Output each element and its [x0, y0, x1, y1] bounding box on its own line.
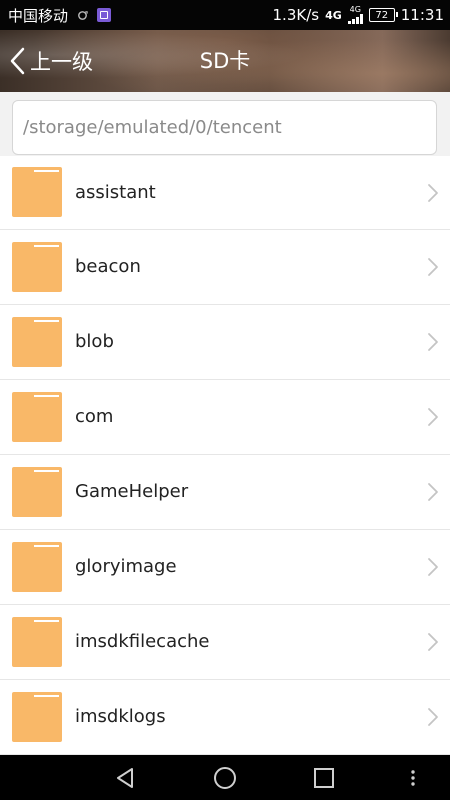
triangle-back-icon: [117, 767, 133, 788]
chevron-right-icon: [428, 184, 438, 202]
chevron-right-icon: [428, 408, 438, 426]
carrier-label: 中国移动: [8, 6, 69, 25]
chevron-left-icon: [10, 47, 25, 75]
file-name: blob: [75, 331, 114, 352]
chevron-right-icon: [428, 558, 438, 576]
file-name: com: [75, 406, 114, 427]
back-nav-button[interactable]: [95, 755, 155, 800]
folder-icon: [12, 167, 62, 217]
file-name: imsdklogs: [75, 706, 166, 727]
file-name: gloryimage: [75, 556, 177, 577]
folder-icon: [12, 242, 62, 292]
navigation-bar: [0, 755, 450, 800]
chevron-right-icon: [428, 258, 438, 276]
file-name: assistant: [75, 182, 156, 203]
folder-icon: [12, 317, 62, 367]
network-type: 4G: [325, 8, 342, 22]
file-row[interactable]: gloryimage: [0, 530, 450, 605]
folder-icon: [12, 542, 62, 592]
battery-icon: 72: [368, 8, 398, 22]
app-notification-icon: [97, 8, 112, 22]
file-row[interactable]: GameHelper: [0, 455, 450, 530]
network-speed: 1.3K/s: [272, 6, 320, 24]
menu-nav-button[interactable]: [383, 755, 443, 800]
chevron-right-icon: [428, 333, 438, 351]
status-bar: 中国移动 1.3K/s 4G 4G 72 11:31: [0, 0, 450, 30]
file-name: GameHelper: [75, 481, 189, 502]
file-row[interactable]: imsdklogs: [0, 680, 450, 755]
chevron-right-icon: [428, 708, 438, 726]
folder-icon: [12, 617, 62, 667]
header: 上一级 SD卡: [0, 30, 450, 92]
home-nav-button[interactable]: [195, 755, 255, 800]
folder-icon: [12, 692, 62, 742]
file-name: beacon: [75, 256, 141, 277]
battery-level: 72: [375, 9, 389, 21]
file-row[interactable]: assistant: [0, 156, 450, 230]
chevron-right-icon: [428, 483, 438, 501]
file-row[interactable]: beacon: [0, 230, 450, 305]
network-type-small: 4G: [349, 5, 361, 14]
path-field[interactable]: /storage/emulated/0/tencent: [12, 100, 437, 155]
folder-icon: [12, 467, 62, 517]
back-button[interactable]: 上一级: [8, 42, 93, 80]
clock: 11:31: [400, 6, 444, 24]
recents-nav-button[interactable]: [294, 755, 354, 800]
back-label: 上一级: [30, 50, 93, 74]
chevron-right-icon: [428, 633, 438, 651]
square-recents-icon: [314, 767, 334, 788]
file-name: imsdkfilecache: [75, 631, 210, 652]
signal-icon: [347, 14, 363, 24]
file-row[interactable]: com: [0, 380, 450, 455]
more-vertical-icon: [411, 769, 415, 786]
file-row[interactable]: imsdkfilecache: [0, 605, 450, 680]
sync-icon: [78, 10, 88, 20]
circle-home-icon: [214, 766, 236, 789]
folder-icon: [12, 392, 62, 442]
file-row[interactable]: blob: [0, 305, 450, 380]
file-list: assistant beacon blob com GameHelper gloryima…: [0, 156, 450, 755]
path-bar: /storage/emulated/0/tencent: [0, 92, 450, 162]
